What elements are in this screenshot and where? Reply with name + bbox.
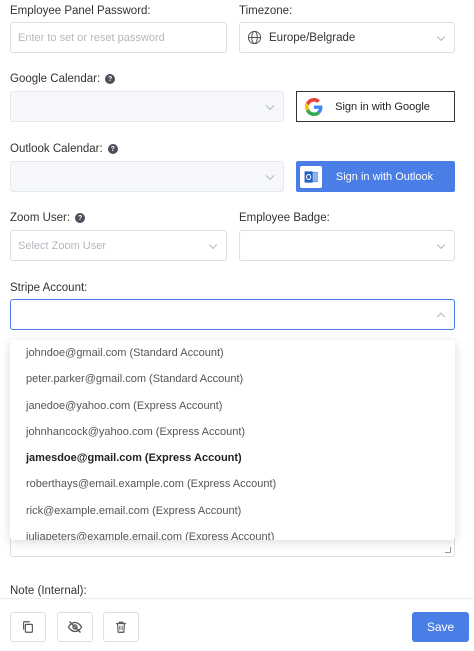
dropdown-option[interactable]: johnhancock@yahoo.com (Express Account) (10, 419, 455, 445)
google-sign-in-label: Sign in with Google (335, 100, 430, 113)
employee-badge-select[interactable] (239, 230, 455, 261)
chevron-down-icon (265, 171, 275, 180)
stripe-account-select[interactable] (10, 299, 455, 330)
timezone-value: Europe/Belgrade (269, 31, 356, 44)
chevron-down-icon (265, 101, 275, 110)
password-placeholder: Enter to set or reset password (18, 31, 165, 44)
copy-button[interactable] (10, 612, 46, 642)
zoom-user-select[interactable]: Select Zoom User (10, 230, 227, 261)
zoom-user-placeholder: Select Zoom User (18, 239, 107, 252)
dropdown-option-selected[interactable]: jamesdoe@gmail.com (Express Account) (10, 445, 455, 471)
hide-button[interactable] (57, 612, 93, 642)
employee-badge-label: Employee Badge: (239, 212, 330, 224)
trash-icon (116, 621, 126, 633)
help-icon[interactable]: ? (75, 213, 86, 223)
help-icon[interactable]: ? (107, 144, 118, 154)
dropdown-option[interactable]: rick@example.email.com (Express Account) (10, 498, 455, 524)
eye-off-icon (67, 621, 83, 633)
outlook-sign-in-button[interactable]: Sign in with Outlook (296, 161, 455, 192)
password-label: Employee Panel Password: (10, 5, 151, 17)
google-calendar-label-text: Google Calendar: (10, 73, 101, 85)
dropdown-option[interactable]: janedoe@yahoo.com (Express Account) (10, 393, 455, 419)
dropdown-option[interactable]: roberthays@email.example.com (Express Ac… (10, 471, 455, 497)
footer-divider (0, 598, 474, 599)
chevron-up-icon (436, 312, 446, 321)
stripe-account-dropdown: johndoe@gmail.com (Standard Account) pet… (10, 340, 455, 540)
timezone-select[interactable]: Europe/Belgrade (239, 22, 455, 53)
chevron-down-icon (436, 240, 446, 249)
zoom-user-label: Zoom User: ? (10, 212, 86, 224)
outlook-icon (300, 165, 322, 188)
dropdown-option[interactable]: johndoe@gmail.com (Standard Account) (10, 340, 455, 366)
outlook-calendar-label-text: Outlook Calendar: (10, 143, 103, 155)
dropdown-option[interactable]: peter.parker@gmail.com (Standard Account… (10, 366, 455, 392)
outlook-calendar-label: Outlook Calendar: ? (10, 143, 118, 155)
zoom-user-label-text: Zoom User: (10, 212, 71, 224)
google-sign-in-button[interactable]: Sign in with Google (296, 91, 455, 122)
help-icon[interactable]: ? (105, 74, 116, 84)
password-input[interactable]: Enter to set or reset password (10, 22, 227, 53)
copy-icon (23, 621, 33, 633)
chevron-down-icon (436, 32, 446, 41)
globe-icon (247, 30, 262, 45)
dropdown-option[interactable]: juliapeters@example.email.com (Express A… (10, 524, 455, 540)
delete-button[interactable] (103, 612, 139, 642)
google-calendar-select (10, 91, 284, 122)
resize-handle[interactable] (445, 547, 451, 553)
timezone-label: Timezone: (239, 5, 293, 17)
google-icon (305, 97, 323, 116)
outlook-sign-in-label: Sign in with Outlook (335, 170, 434, 183)
google-calendar-label: Google Calendar: ? (10, 73, 116, 85)
outlook-calendar-select (10, 161, 284, 192)
save-button[interactable]: Save (412, 612, 469, 642)
stripe-account-label: Stripe Account: (10, 282, 88, 294)
note-label: Note (Internal): (10, 585, 87, 597)
chevron-down-icon (208, 240, 218, 249)
